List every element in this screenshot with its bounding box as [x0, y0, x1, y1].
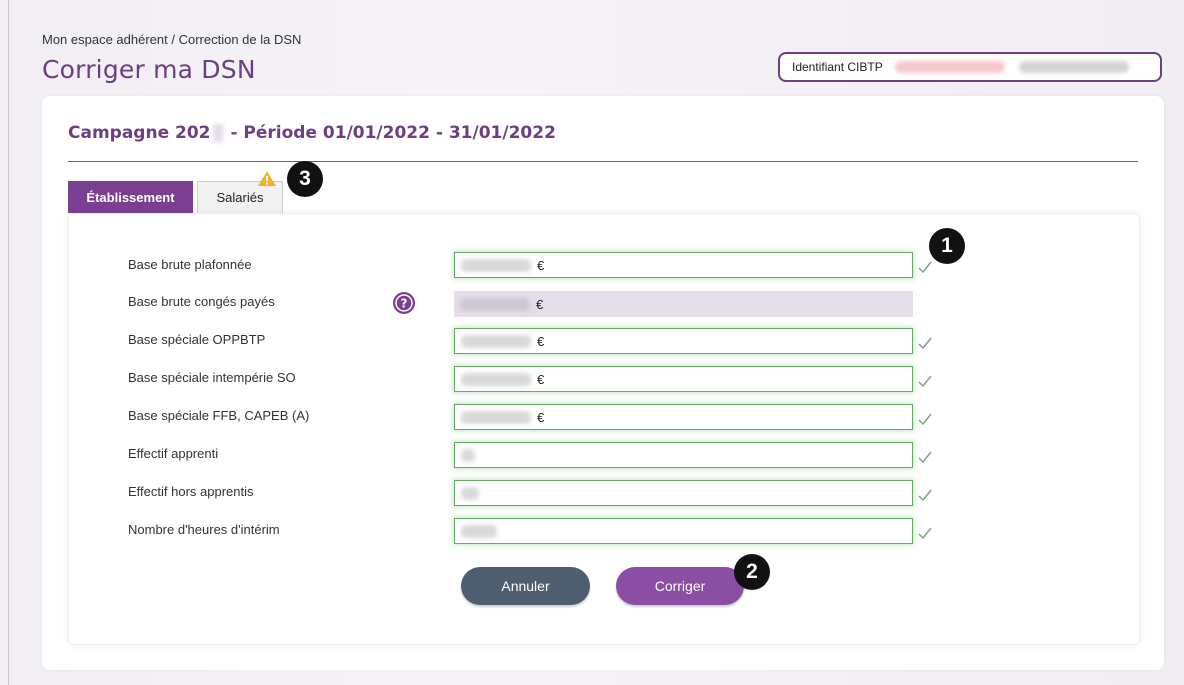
- currency-symbol: €: [536, 296, 544, 312]
- campaign-period: - Période 01/01/2022 - 31/01/2022: [230, 123, 556, 143]
- identifier-name-redacted: [1018, 61, 1129, 73]
- warning-icon: [258, 171, 276, 186]
- currency-symbol: €: [537, 333, 545, 349]
- redacted-value: [461, 524, 497, 538]
- input-base-speciale-ffb-capeb[interactable]: €: [454, 404, 913, 430]
- redacted-value: [461, 448, 475, 462]
- left-border: [8, 0, 9, 685]
- currency-symbol: €: [537, 371, 545, 387]
- check-icon: [918, 451, 932, 463]
- label-base-speciale-oppbtp: Base spéciale OPPBTP: [128, 332, 266, 347]
- campaign-title: Campagne 202 - Période 01/01/2022 - 31/0…: [68, 123, 556, 143]
- input-base-speciale-oppbtp[interactable]: €: [454, 328, 913, 354]
- redacted-value: [460, 297, 530, 311]
- cancel-button[interactable]: Annuler: [461, 567, 590, 605]
- label-effectif-hors-apprentis: Effectif hors apprentis: [128, 484, 254, 499]
- label-base-brute-plafonnee: Base brute plafonnée: [128, 257, 252, 272]
- redacted-value: [461, 410, 531, 424]
- redacted-value: [461, 334, 531, 348]
- currency-symbol: €: [537, 257, 545, 273]
- input-nombre-heures-interim[interactable]: [454, 518, 913, 544]
- section-divider: [68, 161, 1138, 162]
- tab-etablissement[interactable]: Établissement: [68, 181, 193, 213]
- redacted-value: [461, 486, 479, 500]
- input-effectif-apprenti[interactable]: [454, 442, 913, 468]
- check-icon: [918, 337, 932, 349]
- check-icon: [918, 527, 932, 539]
- redacted-value: [461, 258, 531, 272]
- check-icon: [918, 375, 932, 387]
- help-icon[interactable]: ?: [392, 291, 416, 315]
- input-base-brute-plafonnee[interactable]: €: [454, 252, 913, 278]
- campaign-year-redacted: [212, 124, 223, 142]
- label-base-speciale-ffb-capeb: Base spéciale FFB, CAPEB (A): [128, 408, 310, 423]
- correct-button[interactable]: Corriger: [616, 567, 744, 605]
- svg-text:?: ?: [401, 297, 408, 311]
- identifier-box: Identifiant CIBTP: [778, 52, 1162, 82]
- callout-badge-3: 3: [287, 161, 323, 197]
- check-icon: [918, 489, 932, 501]
- redacted-value: [461, 372, 531, 386]
- page-title: Corriger ma DSN: [42, 55, 256, 84]
- currency-symbol: €: [537, 409, 545, 425]
- callout-badge-2: 2: [734, 554, 770, 590]
- label-nombre-heures-interim: Nombre d'heures d'intérim: [128, 522, 280, 537]
- check-icon: [918, 261, 932, 273]
- callout-badge-1: 1: [929, 228, 965, 264]
- input-base-speciale-intemperie[interactable]: €: [454, 366, 913, 392]
- input-base-brute-conges-payes: €: [454, 291, 913, 317]
- label-effectif-apprenti: Effectif apprenti: [128, 446, 219, 461]
- breadcrumb: Mon espace adhérent / Correction de la D…: [42, 32, 302, 47]
- label-base-brute-conges-payes: Base brute congés payés: [128, 294, 275, 309]
- identifier-label: Identifiant CIBTP: [792, 60, 883, 74]
- label-base-speciale-intemperie: Base spéciale intempérie SO: [128, 370, 296, 385]
- campaign-year: Campagne 202: [68, 123, 211, 143]
- identifier-value-redacted: [894, 61, 1005, 73]
- check-icon: [918, 413, 932, 425]
- input-effectif-hors-apprentis[interactable]: [454, 480, 913, 506]
